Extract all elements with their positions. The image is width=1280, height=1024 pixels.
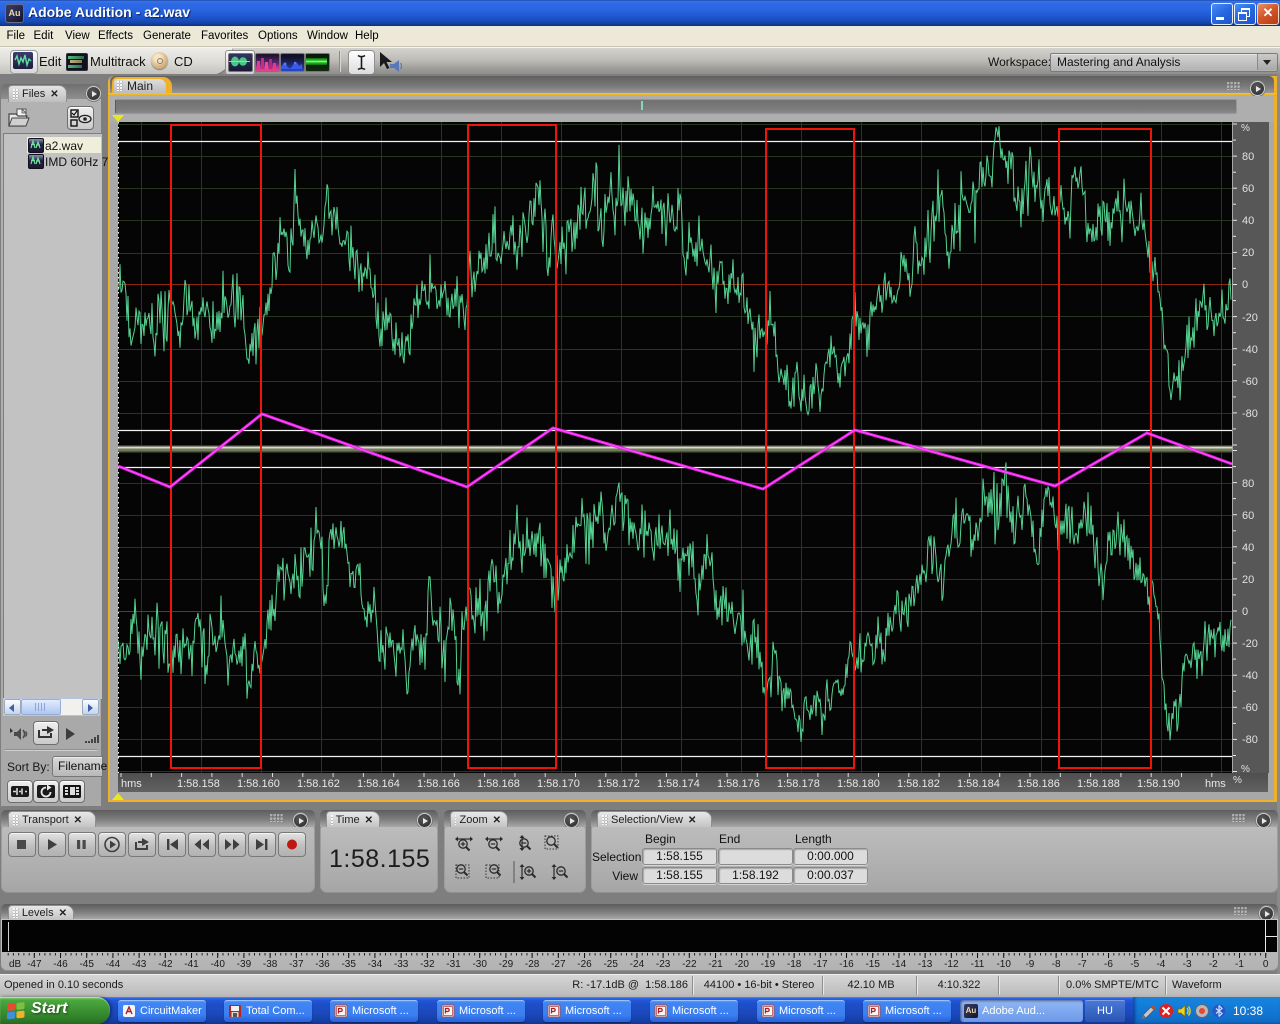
svg-text:-33: -33	[394, 959, 409, 969]
svg-text:40: 40	[1242, 542, 1254, 554]
svg-text:0: 0	[1242, 606, 1248, 618]
svg-text:-37: -37	[289, 959, 304, 969]
svg-text:-40: -40	[1242, 670, 1258, 682]
svg-text:-46: -46	[53, 959, 68, 969]
svg-text:%: %	[1241, 123, 1250, 134]
svg-text:-40: -40	[210, 959, 225, 969]
svg-text:-29: -29	[499, 959, 514, 969]
svg-text:-6: -6	[1104, 959, 1113, 969]
svg-text:-7: -7	[1078, 959, 1087, 969]
svg-text:-25: -25	[603, 959, 618, 969]
svg-text:-47: -47	[27, 959, 42, 969]
svg-text:80: 80	[1242, 151, 1254, 163]
svg-text:-43: -43	[132, 959, 147, 969]
svg-text:-24: -24	[630, 959, 645, 969]
svg-text:-20: -20	[1242, 638, 1258, 650]
svg-text:60: 60	[1242, 510, 1254, 522]
svg-text:-44: -44	[106, 959, 121, 969]
svg-text:-23: -23	[656, 959, 671, 969]
svg-text:-9: -9	[1025, 959, 1034, 969]
svg-text:-19: -19	[761, 959, 776, 969]
svg-text:-42: -42	[158, 959, 173, 969]
svg-text:-14: -14	[892, 959, 907, 969]
svg-text:-16: -16	[839, 959, 854, 969]
svg-text:-5: -5	[1130, 959, 1139, 969]
svg-text:60: 60	[1242, 183, 1254, 195]
svg-text:-30: -30	[472, 959, 487, 969]
svg-text:-80: -80	[1242, 408, 1258, 420]
svg-text:-80: -80	[1242, 734, 1258, 746]
svg-text:-34: -34	[368, 959, 383, 969]
svg-text:-36: -36	[315, 959, 330, 969]
svg-text:-3: -3	[1183, 959, 1192, 969]
svg-text:-26: -26	[577, 959, 592, 969]
svg-text:-22: -22	[682, 959, 697, 969]
svg-text:-4: -4	[1156, 959, 1165, 969]
svg-text:40: 40	[1242, 215, 1254, 227]
svg-text:-41: -41	[184, 959, 199, 969]
svg-text:-17: -17	[813, 959, 828, 969]
svg-text:0: 0	[1242, 279, 1248, 291]
svg-text:-45: -45	[79, 959, 94, 969]
svg-text:20: 20	[1242, 247, 1254, 259]
svg-text:-15: -15	[865, 959, 880, 969]
svg-text:0: 0	[1263, 959, 1269, 969]
svg-text:-40: -40	[1242, 344, 1258, 356]
svg-text:dB: dB	[9, 959, 22, 969]
svg-text:-21: -21	[708, 959, 723, 969]
svg-text:-60: -60	[1242, 376, 1258, 388]
svg-text:-13: -13	[918, 959, 933, 969]
svg-text:-31: -31	[446, 959, 461, 969]
svg-text:-2: -2	[1209, 959, 1218, 969]
svg-text:-12: -12	[944, 959, 959, 969]
svg-text:-32: -32	[420, 959, 435, 969]
svg-text:-18: -18	[787, 959, 802, 969]
svg-text:-1: -1	[1235, 959, 1244, 969]
svg-text:-20: -20	[734, 959, 749, 969]
svg-text:-38: -38	[263, 959, 278, 969]
svg-text:%: %	[1241, 764, 1250, 773]
svg-text:-35: -35	[341, 959, 356, 969]
svg-text:-20: -20	[1242, 312, 1258, 324]
svg-text:-10: -10	[996, 959, 1011, 969]
svg-text:-39: -39	[237, 959, 252, 969]
svg-text:-11: -11	[971, 959, 985, 969]
svg-text:-8: -8	[1052, 959, 1061, 969]
svg-text:80: 80	[1242, 478, 1254, 490]
svg-text:20: 20	[1242, 574, 1254, 586]
svg-text:-28: -28	[525, 959, 540, 969]
svg-text:-60: -60	[1242, 702, 1258, 714]
svg-text:-27: -27	[551, 959, 566, 969]
